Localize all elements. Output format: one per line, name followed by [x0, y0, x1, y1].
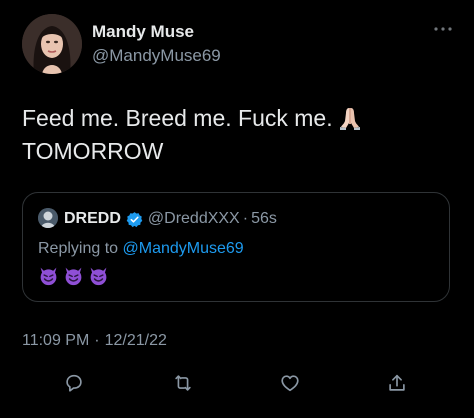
replying-to-mention[interactable]: @MandyMuse69 [123, 240, 244, 257]
tweet-text-line-1-text: Feed me. Breed me. Fuck me. [22, 105, 333, 131]
quoted-header-separator: · [242, 210, 249, 227]
verified-badge-icon [126, 211, 143, 228]
tweet-action-bar [0, 368, 474, 398]
tweet-text-line-2: TOMORROW [22, 138, 164, 164]
replying-to-prefix: Replying to [38, 240, 119, 257]
quoted-tweet-card[interactable]: DREDD @DreddXXX · 56s Replying to @Mandy… [22, 192, 450, 302]
quoted-tweet-emojis [38, 265, 109, 286]
timestamp-time: 11:09 PM [22, 332, 90, 349]
smiling-devil-icon [90, 267, 107, 286]
reply-button[interactable] [59, 368, 89, 398]
timestamp-date: 12/21/22 [104, 332, 167, 349]
quoted-tweet-header: DREDD @DreddXXX · 56s [64, 208, 277, 230]
share-button[interactable] [382, 368, 412, 398]
author-handle[interactable]: @MandyMuse69 [92, 46, 221, 66]
smiling-devil-icon [40, 267, 57, 286]
reply-icon [66, 374, 82, 392]
author-display-name[interactable]: Mandy Muse [92, 22, 194, 42]
share-icon [389, 374, 405, 391]
more-options-icon[interactable] [432, 22, 454, 36]
tweet-text-line-1: Feed me. Breed me. Fuck me. [22, 102, 452, 135]
folded-hands-icon [337, 104, 363, 130]
replying-to-line: Replying to @MandyMuse69 [38, 238, 244, 260]
quoted-tweet-time[interactable]: 56s [251, 208, 277, 230]
tweet-timestamp[interactable]: 11:09 PM · 12/21/22 [22, 332, 167, 350]
like-button[interactable] [275, 368, 305, 398]
author-avatar[interactable] [22, 14, 82, 74]
retweet-icon [175, 375, 191, 391]
like-icon [281, 375, 299, 392]
retweet-button[interactable] [168, 368, 198, 398]
quoted-author-avatar[interactable] [38, 208, 58, 228]
quoted-author-name[interactable]: DREDD [64, 208, 121, 230]
avatar-photo [22, 14, 82, 74]
smiling-devil-icon [65, 267, 82, 286]
quoted-author-handle[interactable]: @DreddXXX [148, 208, 240, 230]
timestamp-separator: · [94, 332, 100, 349]
tweet-text: Feed me. Breed me. Fuck me. TOMORROW [22, 102, 452, 168]
